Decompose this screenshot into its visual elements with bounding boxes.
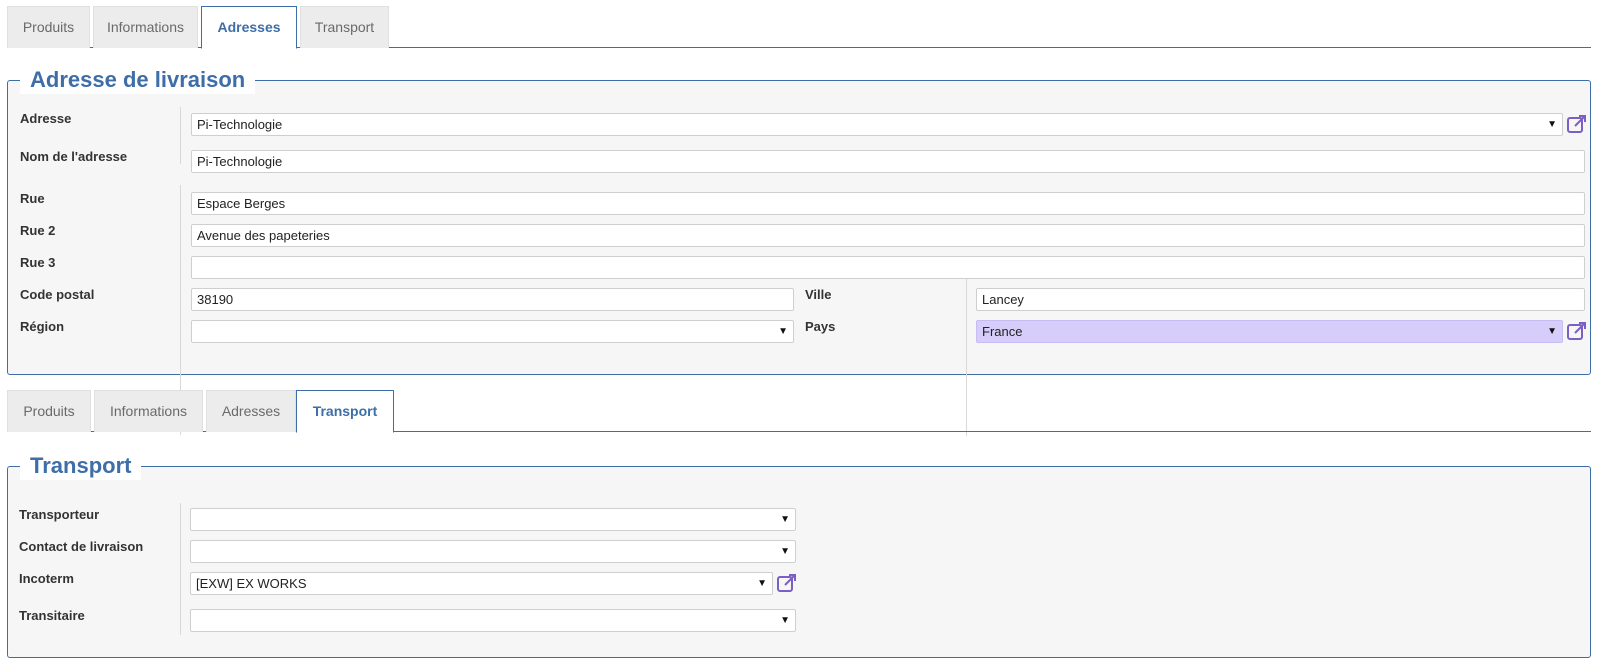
code-postal-field[interactable]: 38190 <box>191 288 794 311</box>
tab-adresses[interactable]: Adresses <box>201 6 297 49</box>
label-rue3: Rue 3 <box>20 255 56 270</box>
tab-transport[interactable]: Transport <box>296 390 394 433</box>
label-region: Région <box>20 319 65 334</box>
tab-bar-bottom: Produits Informations Adresses Transport <box>7 390 1591 433</box>
label-nom-adresse: Nom de l'adresse <box>20 149 128 164</box>
transport-fieldset: Transport Transporteur ▼ Contact de livr… <box>7 452 1591 658</box>
label-rue2: Rue 2 <box>20 223 56 238</box>
chevron-down-icon: ▼ <box>780 615 790 626</box>
label-code-postal: Code postal <box>20 287 95 302</box>
tab-informations[interactable]: Informations <box>93 6 198 48</box>
chevron-down-icon: ▼ <box>1547 119 1557 130</box>
external-link-icon[interactable] <box>1566 320 1588 342</box>
divider <box>180 503 181 635</box>
external-link-icon[interactable] <box>776 572 798 594</box>
tab-produits[interactable]: Produits <box>7 6 90 48</box>
tab-adresses[interactable]: Adresses <box>206 390 296 432</box>
tab-bar-top: Produits Informations Adresses Transport <box>7 6 1591 49</box>
chevron-down-icon: ▼ <box>778 326 788 337</box>
address-legend: Adresse de livraison <box>20 66 256 94</box>
label-transitaire: Transitaire <box>19 608 85 623</box>
rue-field[interactable]: Espace Berges <box>191 192 1585 215</box>
rue3-field[interactable] <box>191 256 1585 279</box>
rue2-field[interactable]: Avenue des papeteries <box>191 224 1585 247</box>
transport-legend: Transport <box>20 452 142 480</box>
transitaire-select[interactable]: ▼ <box>190 609 796 632</box>
label-incoterm: Incoterm <box>19 571 74 586</box>
chevron-down-icon: ▼ <box>780 514 790 525</box>
external-link-icon[interactable] <box>1566 113 1588 135</box>
contact-livraison-select[interactable]: ▼ <box>190 540 796 563</box>
pays-select-value: France <box>982 324 1023 339</box>
incoterm-select[interactable]: [EXW] EX WORKS ▼ <box>190 572 773 595</box>
region-select[interactable]: ▼ <box>191 320 794 343</box>
adresse-select-value: Pi-Technologie <box>197 117 283 132</box>
label-transporteur: Transporteur <box>19 507 100 522</box>
adresse-select[interactable]: Pi-Technologie ▼ <box>191 113 1563 136</box>
chevron-down-icon: ▼ <box>1547 326 1557 337</box>
divider <box>180 107 181 164</box>
address-fieldset: Adresse de livraison Adresse Pi-Technolo… <box>7 66 1591 436</box>
chevron-down-icon: ▼ <box>757 578 767 589</box>
nom-adresse-field[interactable]: Pi-Technologie <box>191 150 1585 173</box>
label-pays: Pays <box>805 319 836 334</box>
tab-informations[interactable]: Informations <box>94 390 203 432</box>
label-ville: Ville <box>805 287 832 302</box>
pays-select[interactable]: France ▼ <box>976 320 1563 343</box>
incoterm-select-value: [EXW] EX WORKS <box>196 576 307 591</box>
tab-transport[interactable]: Transport <box>300 6 389 48</box>
tab-produits[interactable]: Produits <box>7 390 91 432</box>
label-rue: Rue <box>20 191 45 206</box>
chevron-down-icon: ▼ <box>780 546 790 557</box>
label-adresse: Adresse <box>20 111 72 126</box>
label-contact-livraison: Contact de livraison <box>19 539 144 554</box>
transporteur-select[interactable]: ▼ <box>190 508 796 531</box>
ville-field[interactable]: Lancey <box>976 288 1585 311</box>
